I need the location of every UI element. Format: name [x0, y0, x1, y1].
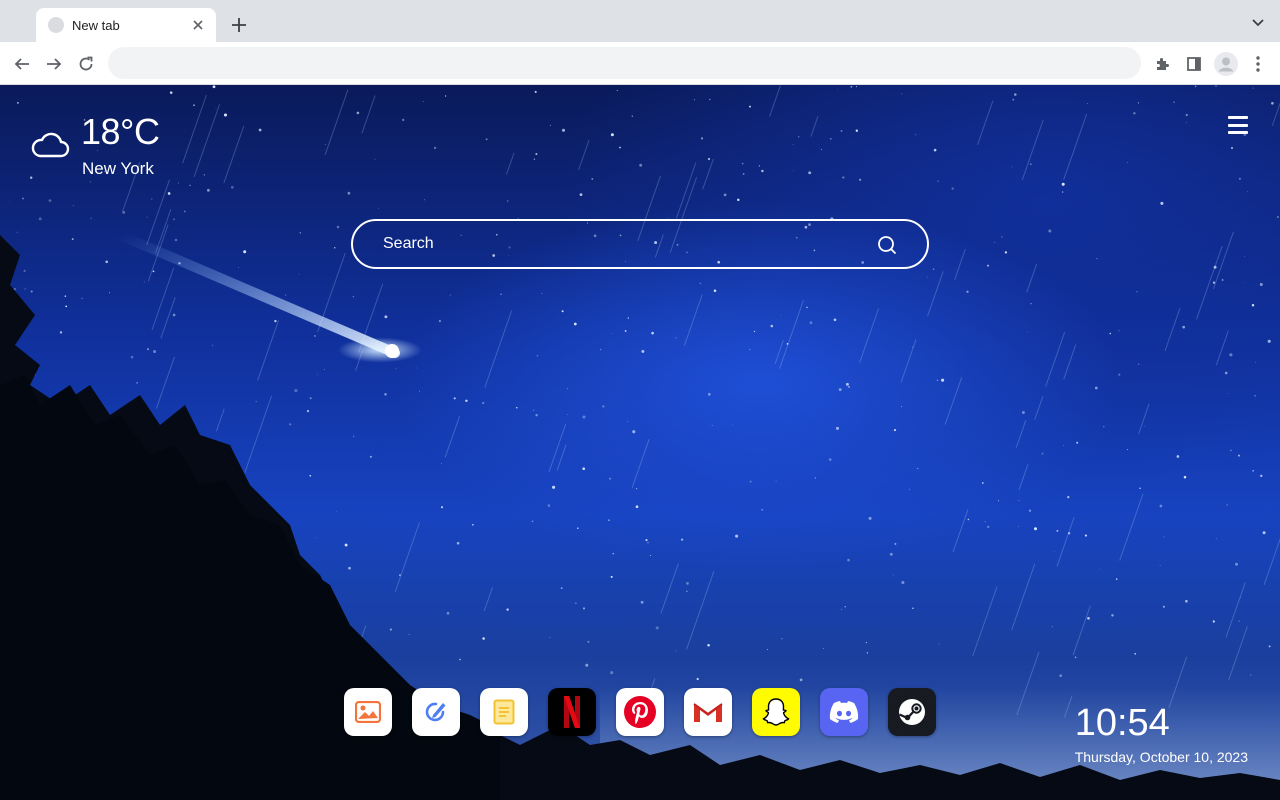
steam-icon	[899, 699, 925, 725]
tab-new-tab[interactable]: New tab	[36, 8, 216, 42]
new-tab-page: 18°C New York Search 10:54 Thursday, Oct…	[0, 85, 1280, 800]
netflix-icon	[564, 696, 580, 728]
discord-icon	[829, 701, 859, 723]
extensions-icon[interactable]	[1149, 51, 1175, 77]
notes-app-button[interactable]	[480, 688, 528, 736]
clock-widget: 10:54 Thursday, October 10, 2023	[1075, 701, 1248, 765]
reload-icon[interactable]	[73, 51, 99, 77]
clock-date: Thursday, October 10, 2023	[1074, 749, 1248, 765]
snapchat-app-button[interactable]	[752, 688, 800, 736]
profile-icon[interactable]	[1213, 51, 1239, 77]
forward-icon[interactable]	[41, 51, 67, 77]
clock-time: 10:54	[1074, 702, 1170, 744]
menu-line	[1228, 131, 1248, 134]
pinterest-app-button[interactable]	[616, 688, 664, 736]
search-icon[interactable]	[877, 235, 897, 255]
netflix-app-button[interactable]	[548, 688, 596, 736]
search-input[interactable]	[383, 221, 863, 267]
weather-city: New York	[82, 159, 154, 178]
hamburger-menu-icon[interactable]	[1228, 116, 1248, 134]
weather-widget[interactable]: 18°C New York	[30, 111, 190, 181]
weather-temperature: 18°C	[81, 111, 160, 152]
discord-app-button[interactable]	[820, 688, 868, 736]
steam-app-button[interactable]	[888, 688, 936, 736]
menu-line	[1228, 123, 1248, 127]
search-bar	[351, 219, 929, 269]
tab-strip: New tab	[0, 0, 1280, 42]
plus-icon[interactable]	[228, 14, 250, 36]
browser-toolbar	[0, 42, 1280, 85]
edit-app-button[interactable]	[412, 688, 460, 736]
snapchat-icon	[762, 698, 790, 726]
close-icon[interactable]	[190, 17, 206, 33]
photos-app-button[interactable]	[344, 688, 392, 736]
address-bar[interactable]	[108, 47, 1141, 79]
side-panel-icon[interactable]	[1181, 51, 1207, 77]
menu-line	[1228, 116, 1248, 119]
back-icon[interactable]	[9, 51, 35, 77]
tab-title: New tab	[72, 17, 120, 33]
chevron-down-icon[interactable]	[1250, 15, 1266, 31]
pinterest-icon	[624, 696, 656, 728]
cloud-icon	[31, 132, 70, 158]
tab-favicon-icon	[48, 17, 64, 33]
pen-icon	[425, 702, 446, 722]
gmail-icon	[693, 703, 723, 722]
kebab-menu-icon[interactable]	[1245, 51, 1271, 77]
note-icon	[493, 699, 515, 725]
image-icon	[355, 701, 381, 723]
gmail-app-button[interactable]	[684, 688, 732, 736]
app-dock	[344, 688, 936, 736]
